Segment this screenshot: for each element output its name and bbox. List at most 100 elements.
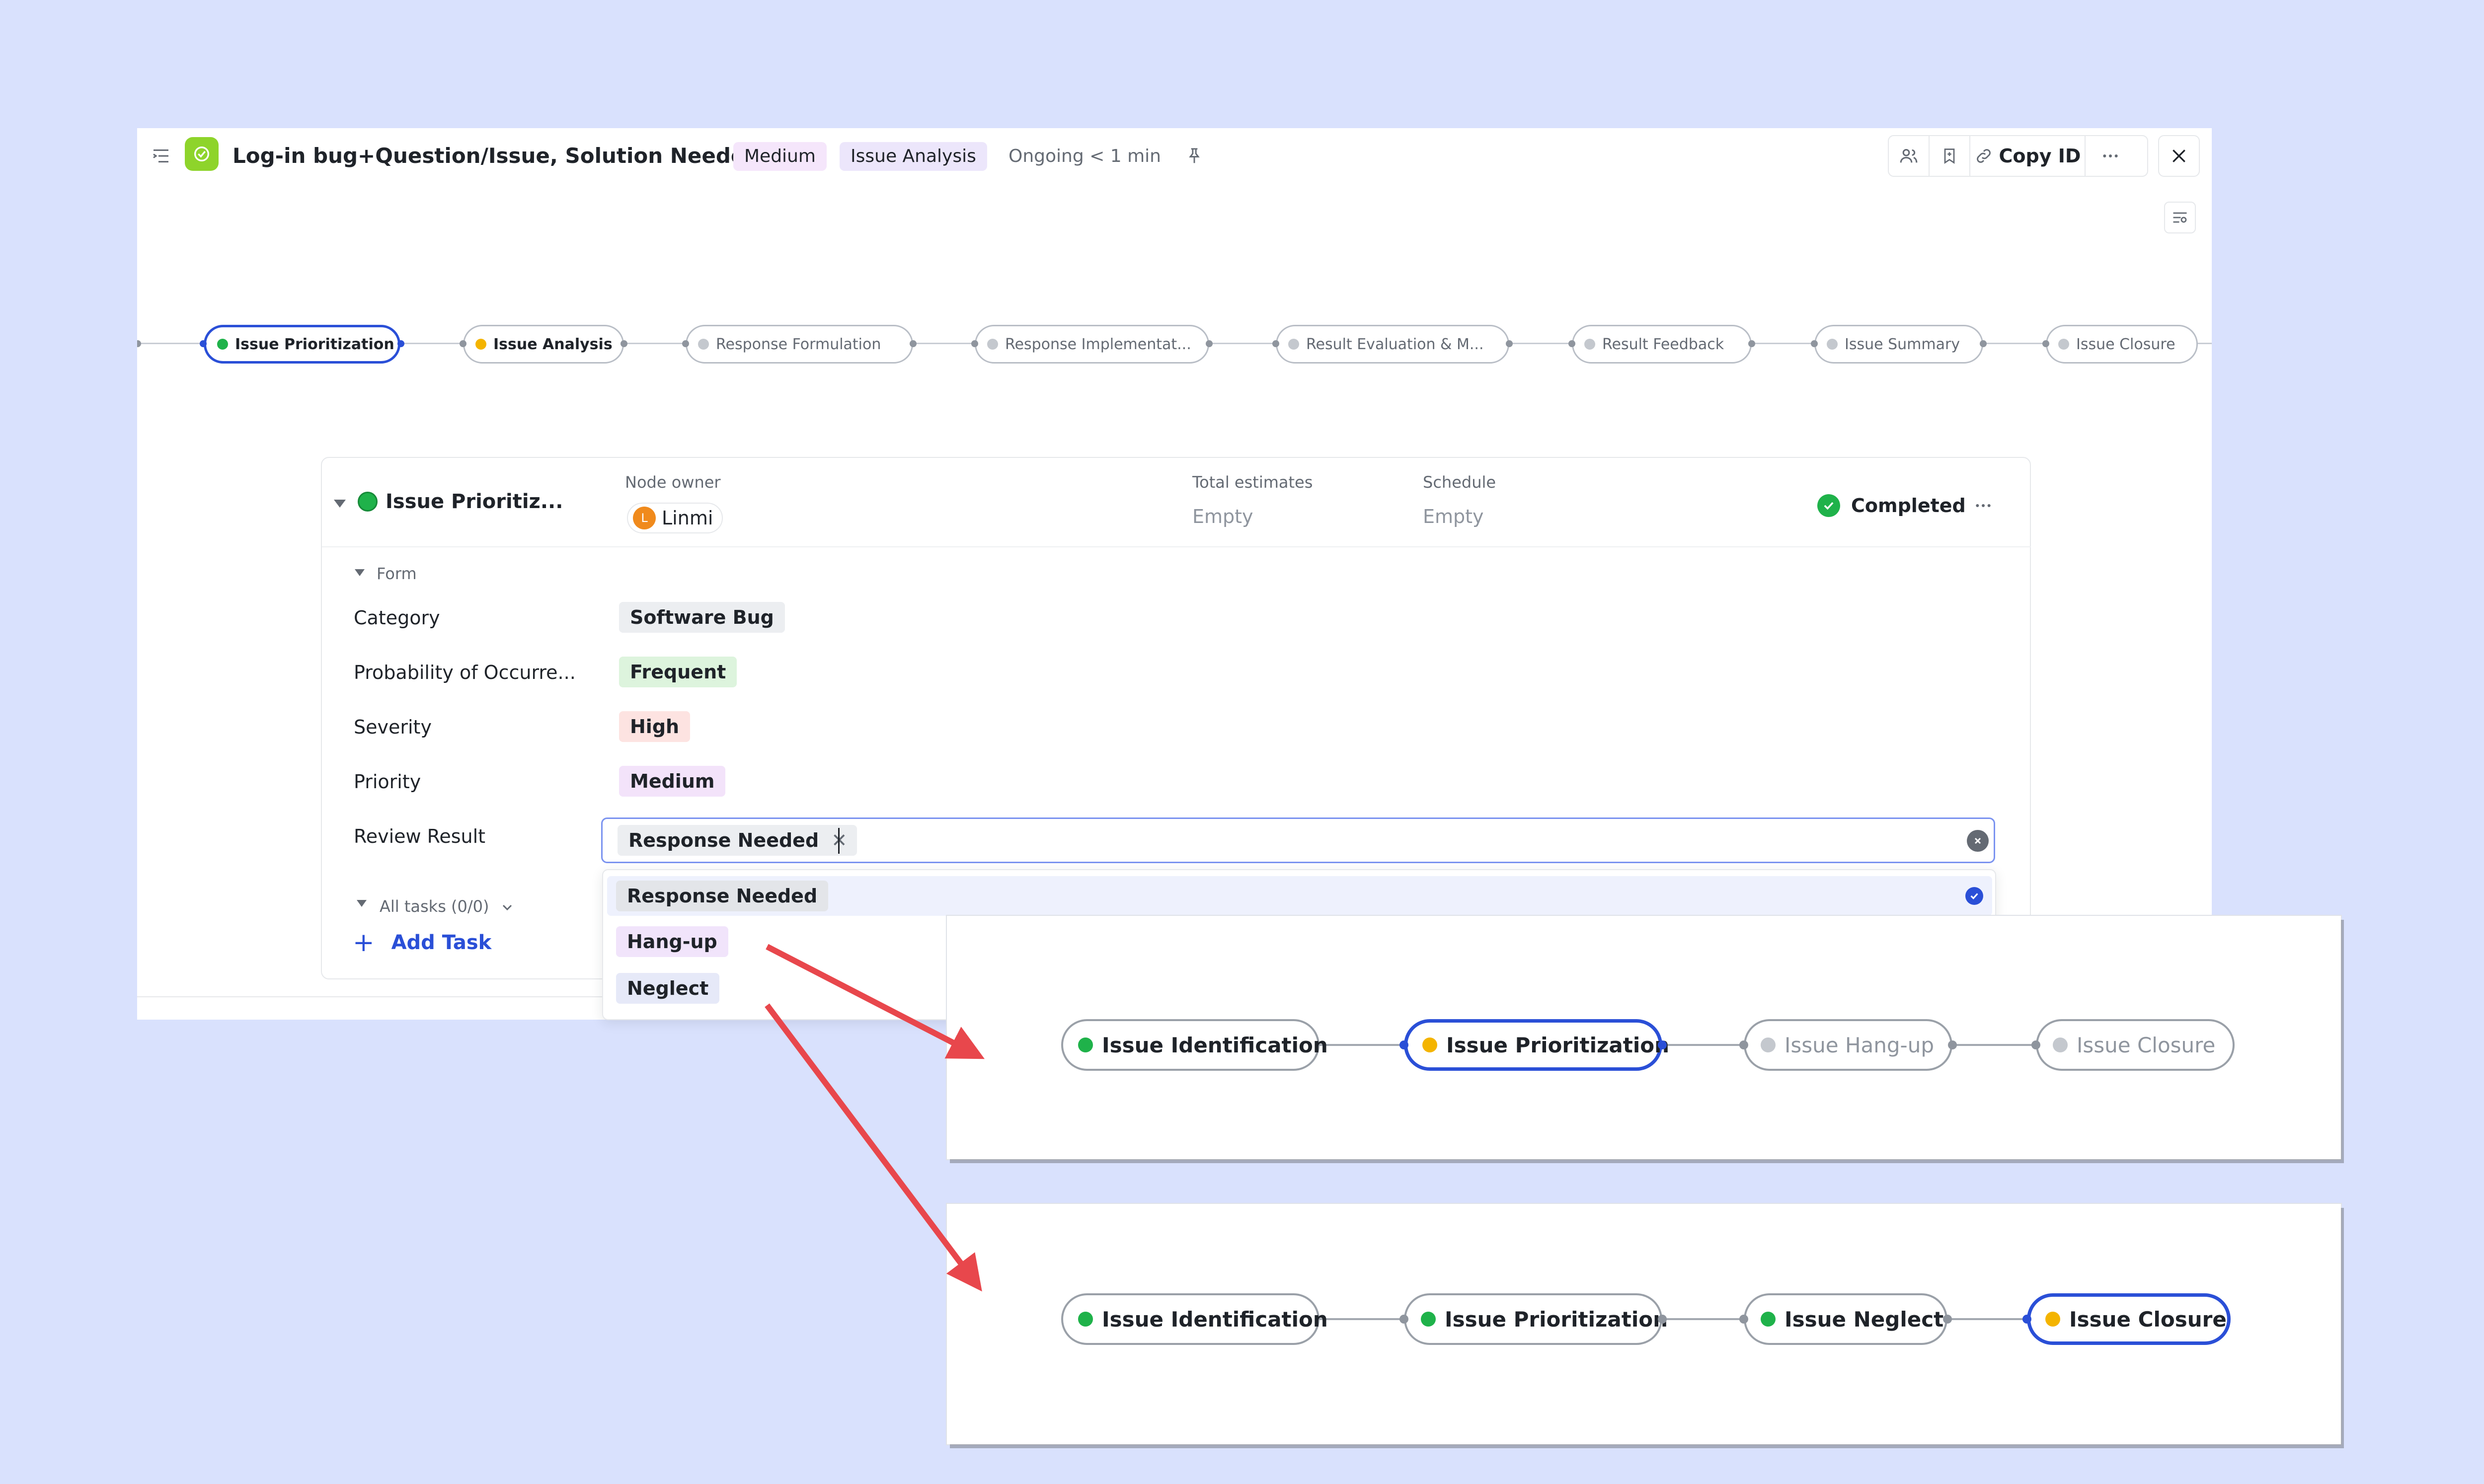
pipeline-node-issue-analysis[interactable]: Issue Analysis	[463, 325, 624, 364]
pipeline-node-label: Issue Prioritization	[235, 335, 394, 353]
field-label-probability: Probability of Occurre...	[354, 662, 576, 683]
status-dot	[1761, 1038, 1776, 1052]
flow-node-label: Issue Closure	[2077, 1033, 2216, 1057]
app-logo-icon	[185, 137, 219, 171]
status-dot	[2045, 1312, 2060, 1327]
copy-id-button[interactable]: Copy ID	[1970, 136, 2085, 176]
status-badge[interactable]: Completed	[1817, 491, 1966, 520]
status-dot	[1827, 339, 1838, 350]
option-chip: Hang-up	[616, 926, 728, 957]
members-icon[interactable]	[1889, 136, 1929, 176]
review-result-select[interactable]: Response Needed ✕	[601, 817, 1995, 863]
flow-node-issue-closure[interactable]: Issue Closure	[2036, 1019, 2235, 1071]
flow-node-label: Issue Identification	[1102, 1033, 1328, 1057]
pipeline-node-response-formulation[interactable]: Response Formulation	[686, 325, 913, 364]
caret-down-icon[interactable]	[355, 569, 365, 576]
field-value-probability[interactable]: Frequent	[619, 657, 737, 687]
field-value-category[interactable]: Software Bug	[619, 602, 785, 633]
stage-tag[interactable]: Issue Analysis	[840, 142, 987, 171]
flow-node-issue-identification[interactable]: Issue Identification	[1061, 1293, 1328, 1345]
flow-node-issue-prioritization[interactable]: Issue Prioritization	[1404, 1293, 1668, 1345]
pipeline-dot	[621, 340, 627, 347]
field-value-priority[interactable]: Medium	[619, 766, 726, 797]
pipeline-node-issue-summary[interactable]: Issue Summary	[1814, 325, 1983, 364]
top-bar: Log-in bug+Question/Issue, Solution Need…	[137, 128, 2212, 184]
flow-node-issue-hang-up[interactable]: Issue Hang-up	[1744, 1019, 1952, 1071]
priority-tag[interactable]: Medium	[733, 142, 827, 171]
flow-node-issue-closure[interactable]: Issue Closure	[2027, 1293, 2231, 1345]
flow-node-label: Issue Closure	[2069, 1307, 2227, 1332]
pipeline-node-label: Response Formulation	[716, 335, 881, 353]
pipeline-dot	[910, 340, 917, 347]
option-chip: Neglect	[616, 973, 720, 1004]
pipeline-dot	[971, 340, 978, 347]
option-chip: Response Needed	[616, 881, 829, 911]
pipeline-node-label: Response Implementat...	[1005, 335, 1191, 353]
add-task-label: Add Task	[391, 931, 492, 954]
owner-label: Node owner	[625, 473, 721, 492]
owner-name: Linmi	[662, 507, 713, 529]
status-dot	[2058, 339, 2069, 350]
node-card-header: Issue Prioritiz... Node owner L Linmi To…	[322, 458, 2031, 547]
schedule-value[interactable]: Empty	[1423, 506, 1484, 527]
field-value-severity[interactable]: High	[619, 711, 691, 742]
flow-dot	[1739, 1040, 1748, 1049]
screenshot-canvas: Log-in bug+Question/Issue, Solution Need…	[0, 0, 2484, 1484]
status-dot	[1078, 1038, 1093, 1052]
pipeline-dot	[682, 340, 689, 347]
bookmark-icon[interactable]	[1930, 136, 1969, 176]
flow-node-issue-prioritization[interactable]: Issue Prioritization	[1404, 1019, 1669, 1071]
outline-icon[interactable]	[147, 142, 175, 170]
status-text: Ongoing < 1 min	[1009, 146, 1161, 166]
hangup-flow-panel: Issue Identification Issue Prioritizatio…	[947, 916, 2341, 1159]
pipeline-node-result-evaluation[interactable]: Result Evaluation & M...	[1276, 325, 1509, 364]
action-group: Copy ID	[1888, 135, 2148, 177]
selected-chip[interactable]: Response Needed ✕	[618, 825, 857, 856]
flow-dot	[1943, 1315, 1952, 1324]
pipeline-dot	[460, 340, 466, 347]
pin-icon[interactable]	[1180, 142, 1208, 170]
flow-dot	[1658, 1315, 1667, 1324]
all-tasks-label[interactable]: All tasks (0/0)	[380, 897, 515, 916]
owner-chip[interactable]: L Linmi	[627, 503, 723, 533]
flow-node-issue-identification[interactable]: Issue Identification	[1061, 1019, 1328, 1071]
clear-icon[interactable]	[1967, 830, 1989, 852]
pipeline-node-issue-prioritization[interactable]: Issue Prioritization	[204, 325, 400, 364]
pipeline-dot	[1568, 340, 1575, 347]
flow-node-label: Issue Neglect	[1785, 1307, 1944, 1332]
dropdown-option-response-needed[interactable]: Response Needed	[607, 876, 1992, 916]
flow-dot	[2031, 1040, 2040, 1049]
more-icon[interactable]	[2086, 136, 2135, 176]
pipeline-dot	[397, 340, 404, 347]
pipeline-dot	[1748, 340, 1755, 347]
flow-node-issue-neglect[interactable]: Issue Neglect	[1744, 1293, 1947, 1345]
status-dot	[475, 339, 486, 350]
pipeline-node-issue-closure[interactable]: Issue Closure	[2046, 325, 2198, 364]
add-task-button[interactable]: + Add Task	[353, 928, 491, 958]
pipeline-dot	[1206, 340, 1213, 347]
pipeline-dot	[1811, 340, 1818, 347]
status-dot	[1421, 1312, 1436, 1327]
field-label-priority: Priority	[354, 771, 421, 793]
chevron-down-icon	[502, 904, 512, 911]
flow-dot	[1399, 1315, 1408, 1324]
field-label-severity: Severity	[354, 716, 432, 738]
estimates-label: Total estimates	[1192, 473, 1313, 492]
flow-dot	[1658, 1040, 1667, 1049]
text-cursor	[838, 828, 840, 854]
caret-down-icon[interactable]	[357, 900, 367, 907]
more-icon[interactable]	[1967, 490, 1999, 521]
close-icon[interactable]	[2158, 135, 2200, 177]
pipeline-node-label: Result Evaluation & M...	[1306, 335, 1484, 353]
settings-icon[interactable]	[2164, 202, 2196, 233]
page-title: Log-in bug+Question/Issue, Solution Need…	[233, 144, 760, 168]
flow-dot	[1399, 1040, 1408, 1049]
pipeline-dot	[1980, 340, 1987, 347]
status-dot	[1584, 339, 1595, 350]
pipeline-node-result-feedback[interactable]: Result Feedback	[1572, 325, 1752, 364]
status-dot	[1422, 1038, 1437, 1052]
estimates-value[interactable]: Empty	[1192, 506, 1253, 527]
pipeline-node-label: Issue Summary	[1845, 335, 1960, 353]
caret-down-icon[interactable]	[334, 500, 346, 508]
pipeline-node-response-implementation[interactable]: Response Implementat...	[975, 325, 1209, 364]
